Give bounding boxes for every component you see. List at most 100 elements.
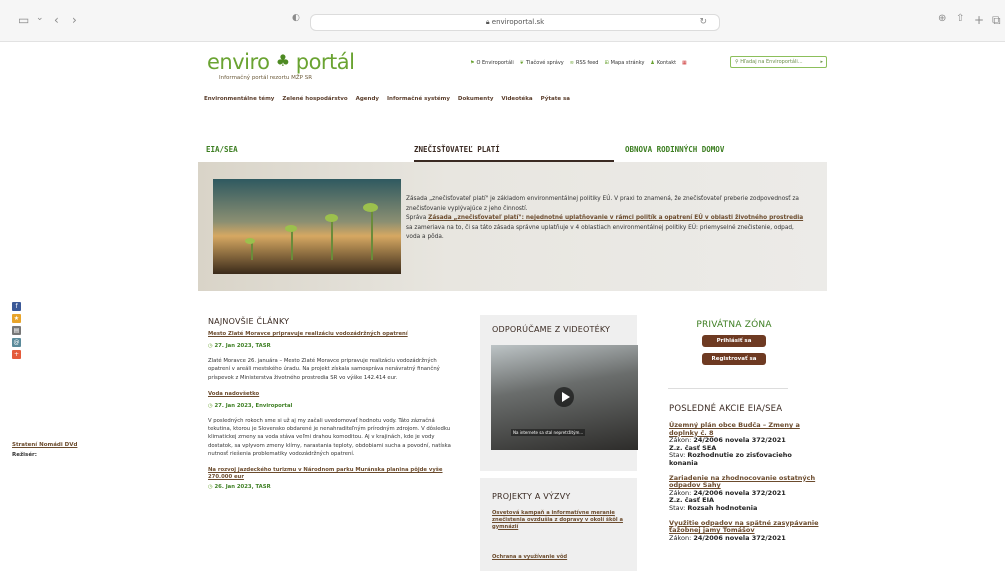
private-zone: PRIVÁTNA ZÓNA Prihlásiť sa Registrovať s… (654, 320, 814, 371)
toplink-press[interactable]: ❦ Tlačové správy (520, 60, 564, 66)
video-box: ODPORÚČAME Z VIDEOTÉKY Na internete sa s… (480, 315, 638, 471)
download-icon[interactable]: ⊕ (938, 13, 946, 24)
logo-subtitle: Informačný portál rezortu MŽP SR (219, 75, 313, 81)
new-tab-icon[interactable]: + (974, 13, 984, 27)
logo-portal: portál (295, 50, 355, 74)
toplink-sitemap[interactable]: ⊞ Mapa stránky (604, 60, 644, 66)
video-director: Režisér: (12, 452, 37, 458)
rss-icon: ≋ (569, 60, 574, 66)
tab-home-renovation[interactable]: OBNOVA RODINNÝCH DOMOV (625, 140, 825, 162)
video-player[interactable]: Na internete sa stal nepretržitým... (491, 345, 638, 450)
article-item: Na rozvoj jazdeckého turizmu v Národnom … (208, 467, 458, 490)
article-item: Voda nadovšetko ◷ 27. Jan 2023, Enviropo… (208, 391, 458, 458)
divider (668, 388, 788, 389)
toplink-rss[interactable]: ≋ RSS feed (570, 60, 599, 66)
article-title[interactable]: Mesto Zlaté Moravce pripravuje realizáci… (208, 331, 458, 338)
main-navigation: Environmentálne témy Zelené hospodárstvo… (204, 96, 570, 102)
clock-icon: ◷ (208, 343, 213, 349)
plus-share-icon[interactable]: + (12, 350, 21, 359)
chevron-down-icon[interactable]: ⌄ (36, 13, 44, 23)
hero-panel: Zásada „znečisťovateľ platí" je základom… (198, 162, 827, 291)
eia-actions: POSLEDNÉ AKCIE EIA/SEA Územný plán obce … (669, 404, 819, 549)
lock-icon: 🔒︎ (485, 18, 490, 26)
eia-item: Zariadenie na zhodnocovanie ostatných od… (669, 474, 819, 513)
video-title-link[interactable]: Stratení Nomádi DVd (12, 442, 77, 448)
play-icon[interactable] (554, 387, 574, 407)
section-title-projects: PROJEKTY A VÝZVY (492, 492, 571, 501)
article-text: V posledných rokoch sme si už aj my zača… (208, 417, 451, 458)
tabs-overview-icon[interactable]: ⧉ (992, 13, 1001, 28)
eia-item: Využitie odpadov na spätné zasypávanie ť… (669, 519, 819, 543)
project-link[interactable]: Ochrana a využívanie vôd (492, 554, 567, 560)
search-icon: ⚲ (735, 59, 739, 65)
tab-polluter-pays[interactable]: ZNEČISŤOVATEĽ PLATÍ (414, 140, 614, 162)
url-text: enviroportal.sk (491, 18, 545, 26)
flag-sk-icon[interactable]: ▦ (682, 60, 687, 66)
search-arrow-icon[interactable]: ▸ (820, 57, 823, 67)
clock-icon: ◷ (208, 402, 213, 409)
nav-agendas[interactable]: Agendy (356, 96, 379, 102)
leaf-icon: ❦ (519, 60, 524, 66)
sitemap-icon: ⊞ (604, 60, 609, 66)
toplink-contact[interactable]: ♟ Kontakt (650, 60, 676, 66)
article-title[interactable]: Na rozvoj jazdeckého turizmu v Národnom … (208, 467, 458, 481)
forward-icon[interactable]: › (72, 13, 77, 27)
nav-information-systems[interactable]: Informačné systémy (387, 96, 450, 102)
shield-icon[interactable]: ◐ (292, 13, 300, 23)
flag-icon: ⚑ (470, 60, 475, 66)
nav-environmental-topics[interactable]: Environmentálne témy (204, 96, 274, 102)
contact-icon: ♟ (650, 60, 655, 66)
social-share-bar: f ★ ▤ @ + (12, 302, 21, 362)
bookmark-icon[interactable]: ★ (12, 314, 21, 323)
tab-eia-sea[interactable]: EIA/SEA (206, 140, 406, 162)
hero-text: Zásada „znečisťovateľ platí" je základom… (406, 195, 806, 243)
print-icon[interactable]: ▤ (12, 326, 21, 335)
article-title[interactable]: Voda nadovšetko (208, 391, 458, 398)
eia-law: Zákon: 24/2006 novela 372/2021 (669, 533, 786, 542)
latest-articles: NAJNOVŠIE ČLÁNKY Mesto Zlaté Moravce pri… (208, 317, 458, 498)
nav-green-economy[interactable]: Zelené hospodárstvo (282, 96, 347, 102)
article-text: Zlaté Moravce 26. januára – Mesto Zlaté … (208, 358, 440, 381)
eia-item-title[interactable]: Využitie odpadov na spätné zasypávanie ť… (669, 519, 819, 535)
nav-documents[interactable]: Dokumenty (458, 96, 494, 102)
article-date: ◷ 26. Jan 2023, TASR (208, 484, 271, 491)
article-date: ◷ 27. Jan 2023, TASR (208, 343, 271, 349)
browser-toolbar: ▭ ⌄ ‹ › ◐ 🔒︎ enviroportal.sk ↻ ⊕ ⇧ + ⧉ (0, 0, 1005, 42)
eia-state: Stav: Rozhodnutie zo zisťovacieho konani… (669, 451, 792, 467)
section-title-news: NAJNOVŠIE ČLÁNKY (208, 317, 290, 326)
toplink-about[interactable]: ⚑ O Enviroportáli (470, 60, 514, 66)
tree-icon: ♣ (275, 51, 290, 70)
eia-item-title[interactable]: Zariadenie na zhodnocovanie ostatných od… (669, 474, 819, 490)
project-link[interactable]: Osvetová kampaň a informatívne meranie z… (492, 510, 632, 530)
login-button[interactable]: Prihlásiť sa (702, 335, 766, 347)
sidebar-icon[interactable]: ▭ (18, 13, 29, 27)
email-icon[interactable]: @ (12, 338, 21, 347)
video-caption: Na internete sa stal nepretržitým... (511, 429, 586, 436)
projects-box: PROJEKTY A VÝZVY Osvetová kampaň a infor… (480, 478, 637, 571)
logo-enviro: enviro (207, 50, 270, 74)
nav-faq[interactable]: Pýtate sa (541, 96, 570, 102)
back-icon[interactable]: ‹ (54, 13, 59, 27)
site-logo[interactable]: enviro ♣ portál Informačný portál rezort… (207, 50, 355, 81)
eia-item: Územný plán obce Budča – Zmeny a doplnky… (669, 421, 819, 468)
top-links: ⚑ O Enviroportáli ❦ Tlačové správy ≋ RSS fe… (470, 60, 687, 66)
hero-paragraph-1: Zásada „znečisťovateľ platí" je základom… (406, 196, 799, 212)
article-item: Mesto Zlaté Moravce pripravuje realizáci… (208, 331, 458, 382)
address-bar[interactable]: 🔒︎ enviroportal.sk ↻ (310, 14, 720, 31)
hero-paragraph-2: Správa Zásada „znečisťovateľ platí": nej… (406, 215, 804, 240)
section-title-video: ODPORÚČAME Z VIDEOTÉKY (492, 325, 611, 334)
facebook-icon[interactable]: f (12, 302, 21, 311)
section-title-eia: POSLEDNÉ AKCIE EIA/SEA (669, 404, 783, 414)
share-icon[interactable]: ⇧ (956, 13, 964, 24)
search-input[interactable]: ⚲ Hľadaj na Enviroportáli... ▸ (730, 56, 827, 68)
feature-tabs: EIA/SEA ZNEČISŤOVATEĽ PLATÍ OBNOVA RODIN… (198, 140, 827, 162)
reload-icon[interactable]: ↻ (699, 15, 707, 30)
sprouts-image (213, 179, 401, 274)
nav-videoteka[interactable]: Videotéka (501, 96, 532, 102)
register-button[interactable]: Registrovať sa (702, 353, 766, 365)
section-title-private: PRIVÁTNA ZÓNA (696, 320, 772, 330)
eia-item-title[interactable]: Územný plán obce Budča – Zmeny a doplnky… (669, 421, 819, 437)
eia-state: Stav: Rozsah hodnotenia (669, 503, 758, 512)
clock-icon: ◷ (208, 484, 213, 491)
hero-report-link[interactable]: Zásada „znečisťovateľ platí": nejednotné… (428, 215, 803, 221)
